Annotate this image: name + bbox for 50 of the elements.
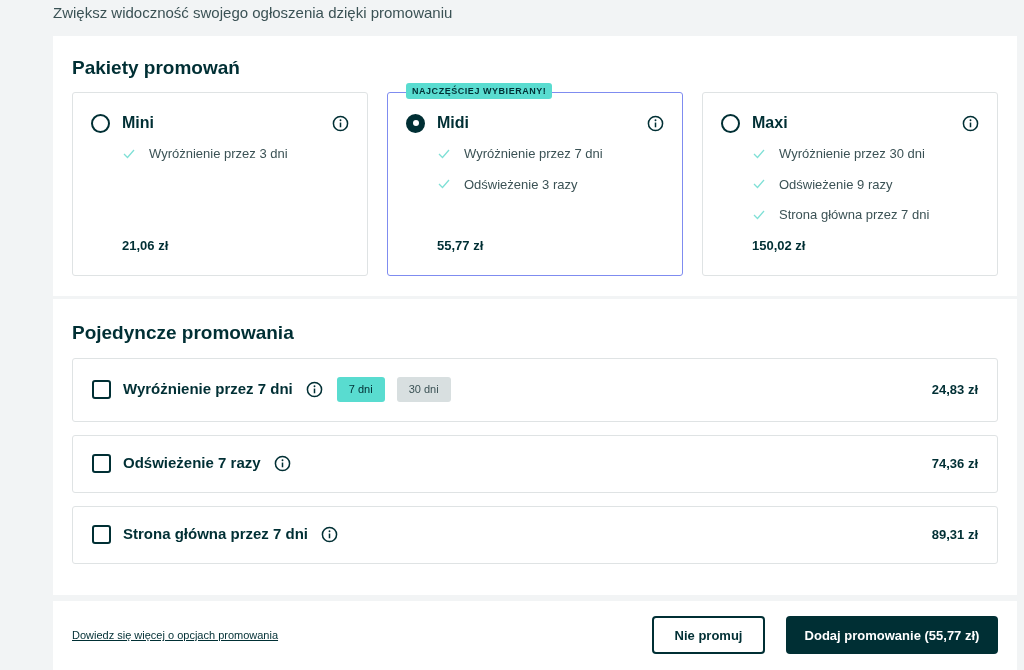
info-icon[interactable] (273, 455, 291, 473)
add-promotion-button[interactable]: Dodaj promowanie (55,77 zł) (786, 616, 998, 655)
feature-text: Odświeżenie 3 razy (464, 175, 578, 194)
checkbox[interactable] (92, 454, 111, 474)
check-icon (753, 148, 765, 159)
page-subtitle: Zwiększ widoczność swojego ogłoszenia dzięki promowaniu (53, 4, 453, 21)
promotion-row[interactable]: Odświeżenie 7 razy 74,36 zł (72, 434, 998, 493)
check-icon (438, 179, 450, 190)
radio-button[interactable] (406, 113, 425, 133)
radio-button[interactable] (91, 113, 110, 133)
feature-text: Wyróżnienie przez 3 dni (149, 145, 288, 164)
radio-button[interactable] (721, 113, 740, 133)
package-price: 21,06 zł (122, 238, 169, 254)
checkbox[interactable] (92, 525, 111, 545)
checkbox[interactable] (92, 380, 111, 400)
package-name: Maxi (752, 113, 789, 134)
section-title: Pojedyncze promowania (72, 321, 295, 346)
promotion-row[interactable]: Strona główna przez 7 dni 89,31 zł (72, 505, 998, 564)
feature-text: Wyróżnienie przez 7 dni (464, 145, 603, 164)
check-icon (123, 148, 135, 159)
info-icon[interactable] (647, 114, 664, 132)
promotion-name: Strona główna przez 7 dni (123, 524, 309, 545)
promotion-name: Odświeżenie 7 razy (123, 453, 261, 474)
info-icon[interactable] (332, 114, 349, 132)
package-card[interactable]: Maxi Wyróżnienie przez 30 dni Odświeżenie 9 razy Strona główna przez 7 dni 150,02 zł (702, 92, 998, 277)
popular-badge: NAJCZĘŚCIEJ WYBIERANY! (406, 83, 553, 100)
duration-option[interactable]: 30 dni (396, 377, 451, 403)
package-price: 55,77 zł (437, 238, 484, 254)
feature-text: Strona główna przez 7 dni (779, 206, 930, 225)
skip-promotion-button[interactable]: Nie promuj (652, 616, 765, 655)
package-name: Midi (437, 113, 470, 134)
info-icon[interactable] (321, 526, 339, 544)
feature-text: Odświeżenie 9 razy (779, 175, 893, 194)
learn-more-link[interactable]: Dowiedz się więcej o opcjach promowania (72, 627, 279, 644)
duration-option[interactable]: 7 dni (336, 377, 385, 403)
info-icon[interactable] (305, 381, 323, 399)
promotion-price: 74,36 zł (931, 454, 978, 473)
package-price: 150,02 zł (752, 238, 806, 254)
promotion-name: Wyróżnienie przez 7 dni (123, 379, 293, 400)
package-card[interactable]: Mini Wyróżnienie przez 3 dni 21,06 zł (72, 92, 368, 277)
check-icon (438, 148, 450, 159)
promotion-row[interactable]: Wyróżnienie przez 7 dni 7 dni 30 dni 24,83 zł (72, 357, 998, 422)
promotion-price: 24,83 zł (931, 380, 978, 399)
check-icon (753, 209, 765, 220)
info-icon[interactable] (962, 114, 979, 132)
package-name: Mini (122, 113, 155, 134)
promotion-price: 89,31 zł (931, 525, 978, 544)
check-icon (753, 179, 765, 190)
section-title: Pakiety promowań (72, 55, 241, 80)
feature-text: Wyróżnienie przez 30 dni (779, 145, 925, 164)
